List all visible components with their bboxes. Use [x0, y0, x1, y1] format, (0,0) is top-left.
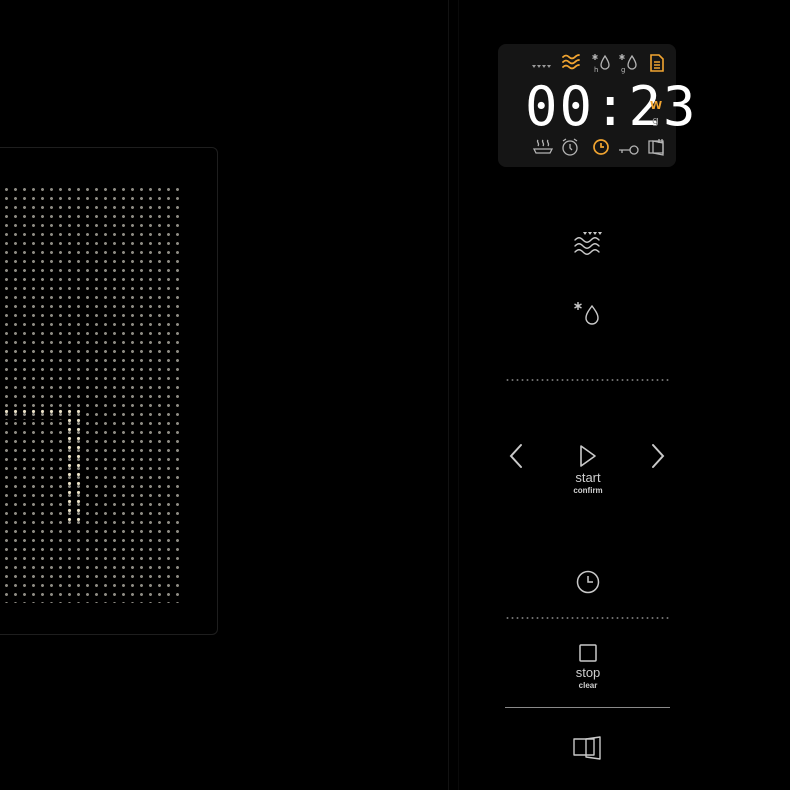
stop-button[interactable]: stop clear [562, 643, 614, 693]
start-label: start [575, 470, 601, 485]
play-icon [578, 444, 598, 471]
confirm-label: confirm [573, 486, 603, 495]
timer-icon [560, 137, 580, 161]
control-display: h g 00:23 W g [498, 44, 696, 167]
start-button[interactable]: start confirm [562, 444, 614, 498]
svg-text:h: h [594, 66, 598, 74]
key-lock-icon [618, 141, 640, 160]
clear-label: clear [578, 681, 598, 690]
unit-watts: W [650, 99, 663, 112]
stop-icon [579, 644, 597, 665]
separator-dotted-top [505, 379, 670, 381]
keep-warm-icon [532, 138, 554, 160]
svg-text:g: g [621, 66, 625, 74]
recipe-book-icon [649, 54, 665, 76]
timer-clock-button[interactable] [575, 569, 601, 595]
stop-label: stop [575, 665, 601, 680]
separator-dotted-bottom [505, 617, 670, 619]
panel-divider [448, 0, 449, 790]
defrost-button[interactable] [572, 300, 602, 328]
time-readout: 00:23 [525, 75, 698, 138]
door-open-button[interactable] [572, 734, 604, 762]
chevron-left-icon [506, 444, 526, 473]
clock-button-icon [575, 570, 601, 598]
door-open-icon [647, 137, 667, 161]
panel-divider-inner [458, 0, 459, 790]
chevron-right-icon [648, 444, 668, 473]
separator-solid [505, 707, 670, 708]
microwave-icon [561, 53, 581, 75]
decrease-button[interactable] [506, 442, 526, 470]
unit-grams: g [652, 114, 659, 127]
clock-icon [592, 138, 610, 160]
door-open-button-icon [572, 736, 604, 765]
door-mesh [0, 183, 180, 603]
microwave-mode-button[interactable] [571, 228, 605, 256]
microwave-grill-icon [571, 232, 605, 259]
increase-button[interactable] [648, 442, 668, 470]
defrost-icon [572, 302, 602, 331]
